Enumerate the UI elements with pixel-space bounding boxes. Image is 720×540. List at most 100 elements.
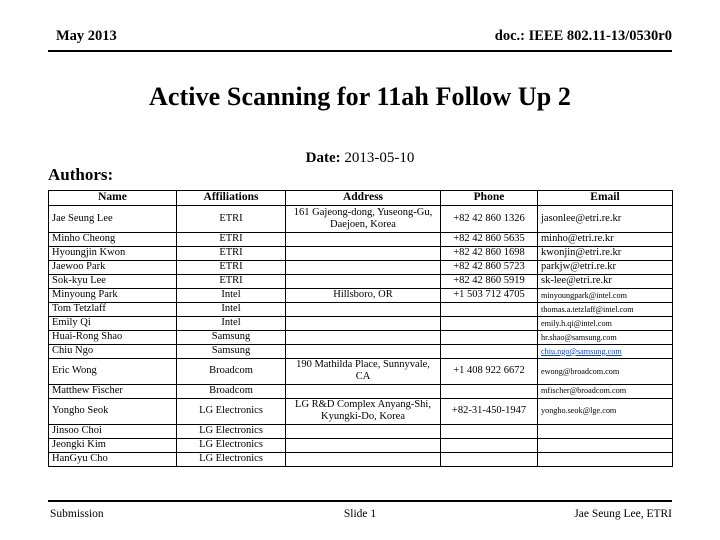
cell-email [537, 451, 673, 467]
cell-affiliation: Broadcom [176, 358, 286, 385]
cell-phone [440, 302, 538, 317]
cell-address: 190 Mathilda Place, Sunnyvale, CA [285, 358, 441, 385]
cell-email: emily.h.qi@intel.com [537, 316, 673, 331]
cell-address: 161 Gajeong-dong, Yuseong-Gu, Daejoen, K… [285, 205, 441, 233]
cell-phone: +1 503 712 4705 [440, 288, 538, 303]
cell-name: Emily Qi [48, 316, 177, 331]
cell-address [285, 437, 441, 453]
table-row: Tom Tetzlaff Intel thomas.a.tetzlaff@intel… [48, 302, 673, 317]
cell-name: HanGyu Cho [48, 451, 177, 467]
cell-name: Eric Wong [48, 358, 177, 385]
cell-address [285, 260, 441, 275]
cell-affiliation: ETRI [176, 274, 286, 289]
table-row: Jeongki Kim LG Electronics [48, 437, 673, 453]
cell-name: Chiu Ngo [48, 344, 177, 359]
cell-affiliation: ETRI [176, 246, 286, 261]
cell-email: thomas.a.tetzlaff@intel.com [537, 302, 673, 317]
cell-phone: +82 42 860 5919 [440, 274, 538, 289]
table-row: Jaewoo Park ETRI +82 42 860 5723 parkjw@etr… [48, 260, 673, 275]
column-header-affiliations: Affiliations [176, 190, 286, 206]
cell-name: Huai-Rong Shao [48, 330, 177, 345]
cell-name: Minho Cheong [48, 232, 177, 247]
cell-address [285, 330, 441, 345]
authors-table-container: Name Affiliations Address Phone Email Ja… [48, 190, 673, 467]
cell-name: Tom Tetzlaff [48, 302, 177, 317]
cell-email: ewong@broadcom.com [537, 358, 673, 385]
cell-name: Sok-kyu Lee [48, 274, 177, 289]
slide-header: May 2013 doc.: IEEE 802.11-13/0530r0 [48, 28, 672, 52]
cell-name: Jae Seung Lee [48, 205, 177, 233]
cell-phone [440, 330, 538, 345]
cell-phone: +1 408 922 6672 [440, 358, 538, 385]
cell-affiliation: LG Electronics [176, 451, 286, 467]
table-row: Huai-Rong Shao Samsung hr.shao@samsung.com [48, 330, 673, 345]
column-header-email: Email [537, 190, 673, 206]
cell-affiliation: LG Electronics [176, 437, 286, 453]
cell-phone [440, 316, 538, 331]
cell-email: hr.shao@samsung.com [537, 330, 673, 345]
cell-phone: +82 42 860 1698 [440, 246, 538, 261]
cell-address [285, 302, 441, 317]
cell-email [537, 423, 673, 439]
table-row: Hyoungjin Kwon ETRI +82 42 860 1698 kwonjin… [48, 246, 673, 261]
authors-table-body: Jae Seung Lee ETRI 161 Gajeong-dong, Yuseo… [48, 205, 673, 467]
table-row: Sok-kyu Lee ETRI +82 42 860 5919 sk-lee@etr… [48, 274, 673, 289]
cell-address: LG R&D Complex Anyang-Shi, Kyungki-Do, K… [285, 397, 441, 425]
cell-address [285, 451, 441, 467]
table-row: Jae Seung Lee ETRI 161 Gajeong-dong, Yuseo… [48, 205, 673, 233]
table-row: Eric Wong Broadcom 190 Mathilda Place, Sun… [48, 358, 673, 385]
cell-name: Jinsoo Choi [48, 423, 177, 439]
table-header-row: Name Affiliations Address Phone Email [48, 190, 673, 206]
cell-address [285, 274, 441, 289]
cell-email: parkjw@etri.re.kr [537, 260, 673, 275]
cell-email[interactable]: chiu.ngo@samsung.com [537, 344, 673, 359]
header-document-number: doc.: IEEE 802.11-13/0530r0 [494, 28, 672, 44]
cell-email: mfischer@broadcom.com [537, 383, 673, 399]
table-row: Matthew Fischer Broadcom mfischer@broadcom… [48, 383, 673, 399]
column-header-phone: Phone [440, 190, 538, 206]
cell-email: sk-lee@etri.re.kr [537, 274, 673, 289]
cell-phone [440, 344, 538, 359]
table-row: Jinsoo Choi LG Electronics [48, 423, 673, 439]
cell-name: Minyoung Park [48, 288, 177, 303]
cell-address [285, 423, 441, 439]
cell-phone: +82 42 860 5723 [440, 260, 538, 275]
cell-name: Jaewoo Park [48, 260, 177, 275]
header-date: May 2013 [56, 28, 117, 44]
slide-footer: Submission Slide 1 Jae Seung Lee, ETRI [48, 500, 672, 526]
date-value: 2013-05-10 [340, 150, 415, 166]
table-row: Chiu Ngo Samsung chiu.ngo@samsung.com [48, 344, 673, 359]
cell-name: Hyoungjin Kwon [48, 246, 177, 261]
cell-phone [440, 383, 538, 399]
cell-affiliation: Samsung [176, 344, 286, 359]
footer-author: Jae Seung Lee, ETRI [574, 508, 672, 520]
cell-address [285, 383, 441, 399]
cell-name: Yongho Seok [48, 397, 177, 425]
cell-email: jasonlee@etri.re.kr [537, 205, 673, 233]
cell-address: Hillsboro, OR [285, 288, 441, 303]
cell-address [285, 344, 441, 359]
cell-phone [440, 423, 538, 439]
cell-affiliation: Intel [176, 316, 286, 331]
cell-email [537, 437, 673, 453]
cell-affiliation: LG Electronics [176, 397, 286, 425]
page-title: Active Scanning for 11ah Follow Up 2 [148, 82, 572, 111]
cell-email: minho@etri.re.kr [537, 232, 673, 247]
cell-email: kwonjin@etri.re.kr [537, 246, 673, 261]
cell-phone: +82 42 860 1326 [440, 205, 538, 233]
date-label: Date: [305, 150, 341, 166]
cell-affiliation: LG Electronics [176, 423, 286, 439]
cell-email: minyoungpark@intel.com [537, 288, 673, 303]
cell-affiliation: Intel [176, 302, 286, 317]
cell-email: yongho.seok@lge.com [537, 397, 673, 425]
cell-phone [440, 451, 538, 467]
cell-phone: +82 42 860 5635 [440, 232, 538, 247]
column-header-address: Address [285, 190, 441, 206]
table-row: HanGyu Cho LG Electronics [48, 451, 673, 467]
cell-affiliation: ETRI [176, 232, 286, 247]
cell-phone: +82-31-450-1947 [440, 397, 538, 425]
cell-address [285, 246, 441, 261]
table-row: Minyoung Park Intel Hillsboro, OR +1 503 71… [48, 288, 673, 303]
cell-address [285, 316, 441, 331]
cell-name: Matthew Fischer [48, 383, 177, 399]
